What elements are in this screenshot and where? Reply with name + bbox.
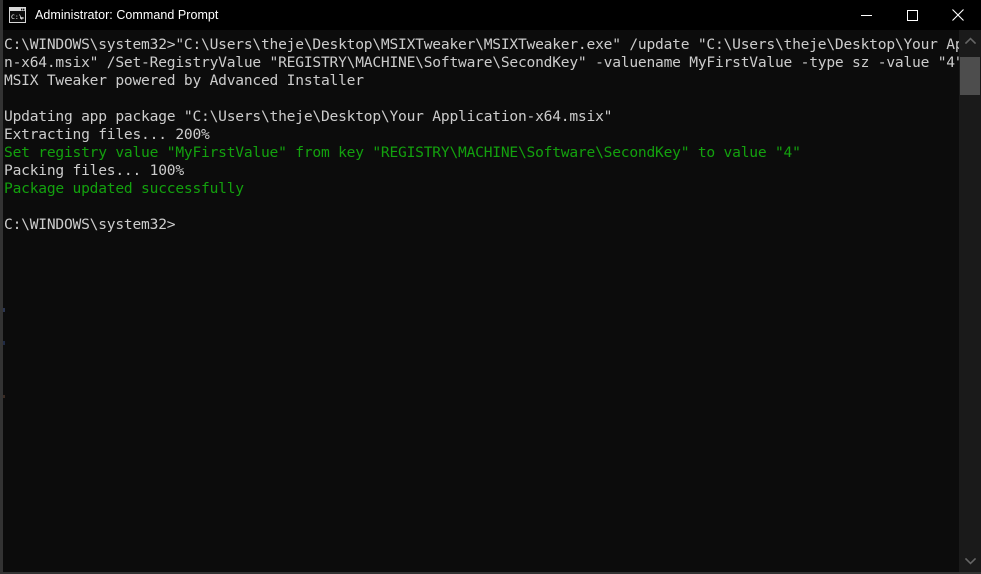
scrollbar-track[interactable] [959, 52, 981, 550]
terminal-line: Updating app package "C:\Users\theje\Des… [4, 108, 613, 125]
terminal-line: n-x64.msix" /Set-RegistryValue "REGISTRY… [4, 54, 959, 71]
maximize-button[interactable] [889, 0, 935, 30]
command-prompt-window: C:\ Administrator: Command Prompt C:\WIN… [0, 0, 981, 574]
terminal-line: C:\WINDOWS\system32> [4, 216, 176, 233]
terminal-lines: C:\WINDOWS\system32>"C:\Users\theje\Desk… [4, 36, 959, 234]
maximize-icon [906, 9, 918, 21]
scroll-down-button[interactable] [959, 550, 981, 572]
minimize-icon [860, 14, 872, 16]
terminal-line: Set registry value "MyFirstValue" from k… [4, 144, 801, 161]
terminal-line: Packing files... 100% [4, 162, 184, 179]
title-bar[interactable]: C:\ Administrator: Command Prompt [3, 0, 981, 30]
edge-artifact [3, 308, 5, 312]
scroll-up-button[interactable] [959, 30, 981, 52]
window-controls [843, 0, 981, 30]
vertical-scrollbar[interactable] [959, 30, 981, 572]
minimize-button[interactable] [843, 0, 889, 30]
title-bar-left: C:\ Administrator: Command Prompt [3, 0, 843, 30]
console-icon: C:\ [9, 7, 26, 23]
terminal-line: C:\WINDOWS\system32>"C:\Users\theje\Desk… [4, 36, 959, 53]
terminal-output-area[interactable]: C:\WINDOWS\system32>"C:\Users\theje\Desk… [3, 30, 959, 572]
close-button[interactable] [935, 0, 981, 30]
chevron-down-icon [964, 557, 976, 565]
close-icon [952, 9, 964, 21]
terminal-line: MSIX Tweaker powered by Advanced Install… [4, 72, 364, 89]
scrollbar-thumb[interactable] [960, 57, 980, 95]
chevron-up-icon [964, 37, 976, 45]
edge-artifact [3, 341, 5, 345]
window-title: Administrator: Command Prompt [35, 8, 219, 22]
svg-text:C:\: C:\ [11, 13, 23, 21]
edge-artifact [3, 395, 5, 398]
terminal-line: Extracting files... 200% [4, 126, 210, 143]
terminal-line: Package updated successfully [4, 180, 244, 197]
